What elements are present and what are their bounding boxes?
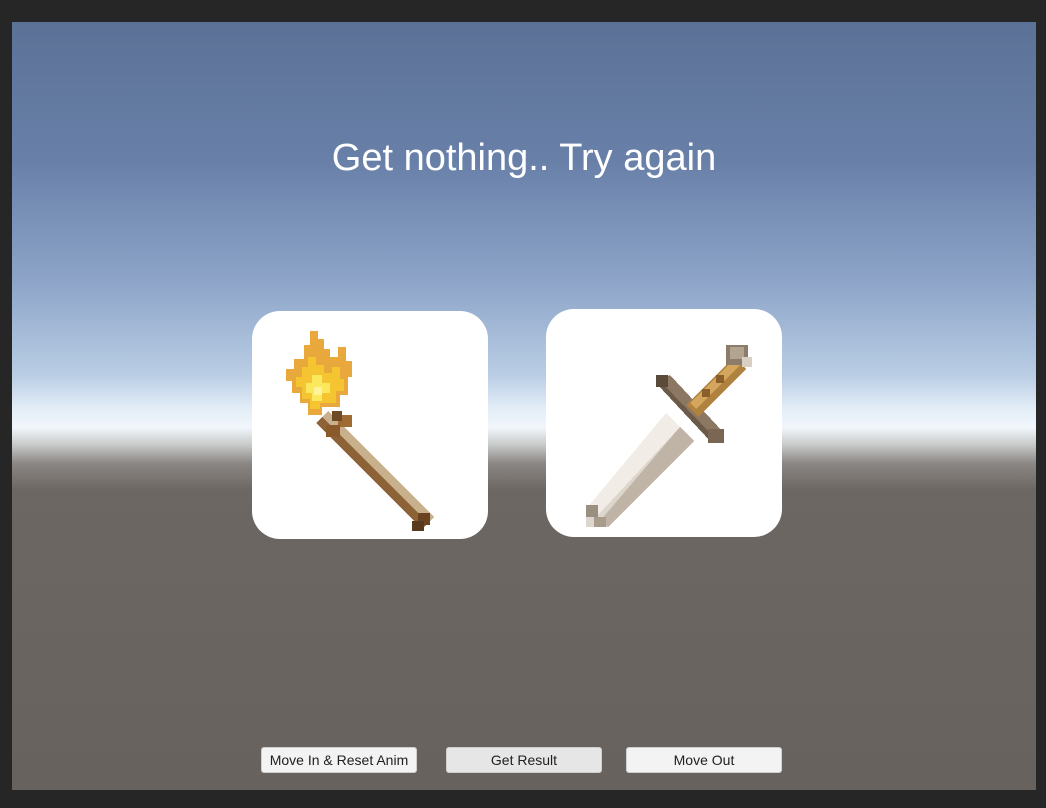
slot-card-torch	[252, 311, 488, 539]
sword-icon	[586, 345, 752, 527]
game-viewport: Get nothing.. Try again Move In & Reset …	[12, 22, 1036, 790]
slot-card-sword	[546, 309, 782, 537]
result-message: Get nothing.. Try again	[331, 137, 717, 179]
move-in-reset-anim-button[interactable]: Move In & Reset Anim	[261, 747, 417, 773]
get-result-button[interactable]: Get Result	[446, 747, 602, 773]
move-out-button[interactable]: Move Out	[626, 747, 782, 773]
torch-icon	[286, 331, 434, 531]
